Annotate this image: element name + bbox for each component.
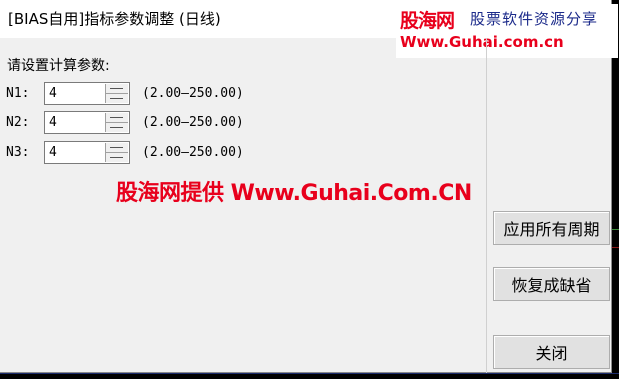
param-range: (2.00—250.00): [142, 145, 244, 160]
spin-buttons: [105, 113, 128, 132]
bias-params-dialog: [BIAS自用]指标参数调整 (日线) 股海网 股票软件资源分享 Www.Guh…: [0, 0, 618, 373]
spin-buttons: [105, 84, 128, 103]
restore-default-button[interactable]: 恢复成缺省: [493, 267, 610, 301]
n1-spinbox[interactable]: 4: [44, 82, 130, 105]
background-chart-line: [612, 229, 619, 230]
param-row-n2: N2: 4 (2.00—250.00): [0, 111, 320, 135]
param-label: N3:: [6, 145, 30, 160]
n2-value[interactable]: 4: [49, 115, 57, 130]
n2-spinbox[interactable]: 4: [44, 111, 130, 134]
background-chart-line: [0, 373, 619, 374]
spin-down-button[interactable]: [106, 94, 128, 103]
param-label: N1:: [6, 86, 30, 101]
close-button[interactable]: 关闭: [493, 335, 610, 369]
param-range: (2.00—250.00): [142, 115, 244, 130]
watermark-logo: 股海网: [400, 10, 455, 32]
watermark-center-text: 股海网提供 Www.Guhai.Com.CN: [116, 181, 472, 206]
param-label: N2:: [6, 115, 30, 130]
params-heading: 请设置计算参数:: [7, 58, 110, 74]
watermark-url: Www.Guhai.com.cn: [400, 33, 564, 51]
param-row-n3: N3: 4 (2.00—250.00): [0, 141, 320, 165]
spin-buttons: [105, 143, 128, 162]
watermark-tagline: 股票软件资源分享: [470, 10, 599, 28]
spin-up-button[interactable]: [106, 113, 128, 123]
spin-down-button[interactable]: [106, 153, 128, 162]
watermark-banner: 股海网 股票软件资源分享 Www.Guhai.com.cn: [396, 4, 618, 58]
spin-down-button[interactable]: [106, 123, 128, 132]
spin-up-button[interactable]: [106, 84, 128, 94]
n3-value[interactable]: 4: [49, 145, 57, 160]
n1-value[interactable]: 4: [49, 86, 57, 101]
param-row-n1: N1: 4 (2.00—250.00): [0, 82, 320, 106]
window-title: [BIAS自用]指标参数调整 (日线): [8, 10, 221, 28]
apply-all-periods-button[interactable]: 应用所有周期: [493, 211, 610, 245]
n3-spinbox[interactable]: 4: [44, 141, 130, 164]
param-range: (2.00—250.00): [142, 86, 244, 101]
panel-divider: [486, 38, 487, 373]
spin-up-button[interactable]: [106, 143, 128, 153]
